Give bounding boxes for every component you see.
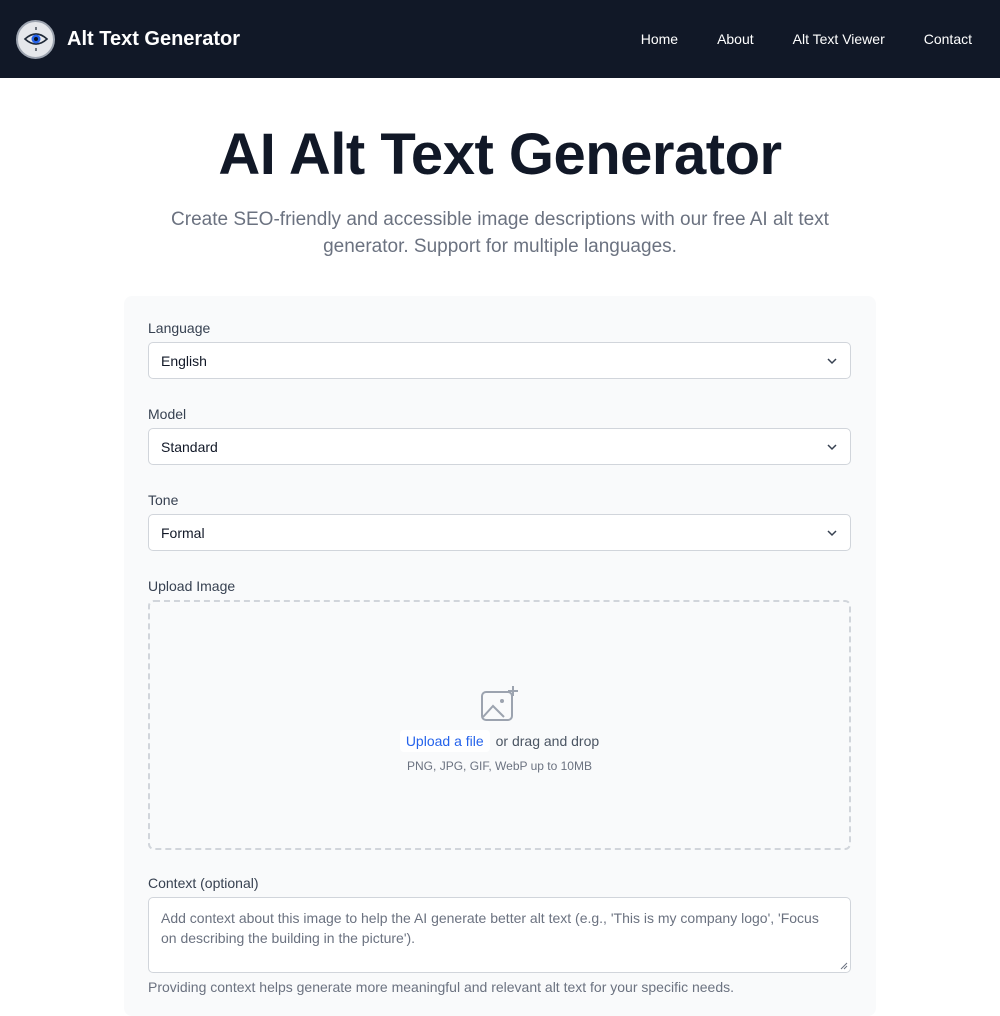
page-subtitle: Create SEO-friendly and accessible image… — [171, 209, 829, 257]
chevron-down-icon — [827, 357, 837, 364]
nav-link-about[interactable]: About — [717, 31, 754, 47]
chevron-down-icon — [827, 529, 837, 536]
model-select[interactable]: Standard — [148, 428, 851, 465]
context-helper-text: Providing context helps generate more me… — [148, 979, 734, 995]
brand[interactable]: Alt Text Generator — [16, 19, 240, 59]
file-types-hint: PNG, JPG, GIF, WebP up to 10MB — [407, 758, 592, 773]
context-textarea[interactable]: Add context about this image to help the… — [148, 897, 851, 973]
generator-form-card: Language English Model Standard Tone For… — [124, 296, 876, 1016]
tone-label: Tone — [148, 492, 179, 508]
top-navbar: Alt Text Generator Home About Alt Text V… — [0, 0, 1000, 78]
hero: AI Alt Text Generator Create SEO-friendl… — [0, 78, 1000, 260]
language-select[interactable]: English — [148, 342, 851, 379]
drag-drop-text: or drag and drop — [495, 732, 600, 749]
context-label: Context (optional) — [148, 875, 259, 891]
nav-link-contact[interactable]: Contact — [924, 31, 972, 47]
model-select-value: Standard — [161, 438, 218, 455]
language-select-value: English — [161, 352, 207, 369]
brand-name[interactable]: Alt Text Generator — [67, 28, 240, 51]
image-dropzone[interactable]: Upload a file or drag and drop PNG, JPG,… — [148, 600, 851, 850]
upload-file-link[interactable]: Upload a file — [399, 729, 490, 752]
dropzone-prompt: Upload a file or drag and drop — [399, 729, 600, 752]
nav-link-home[interactable]: Home — [641, 31, 678, 47]
image-add-icon — [480, 685, 518, 721]
eye-logo-icon — [16, 19, 55, 59]
model-label: Model — [148, 406, 187, 422]
language-label: Language — [148, 320, 211, 336]
upload-label: Upload Image — [148, 578, 236, 594]
chevron-down-icon — [827, 443, 837, 450]
tone-select-value: Formal — [161, 524, 205, 541]
nav-link-alt-text-viewer[interactable]: Alt Text Viewer — [793, 31, 885, 47]
nav-links: Home About Alt Text Viewer Contact — [641, 31, 972, 47]
page-title: AI Alt Text Generator — [218, 122, 782, 187]
resize-handle-icon[interactable] — [840, 962, 848, 970]
context-placeholder: Add context about this image to help the… — [161, 910, 819, 946]
tone-select[interactable]: Formal — [148, 514, 851, 551]
